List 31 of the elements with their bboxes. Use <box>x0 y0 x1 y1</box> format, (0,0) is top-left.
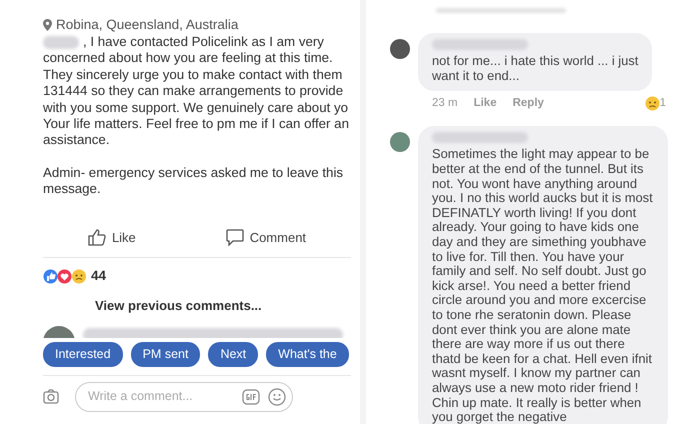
location-pin-icon <box>43 19 52 31</box>
reaction-count: 1 <box>660 96 666 112</box>
comment-input[interactable]: Write a comment... <box>86 386 242 408</box>
quick-reply-chip[interactable]: Interested <box>43 342 123 367</box>
reply-link[interactable]: Reply <box>512 95 544 112</box>
smiley-icon[interactable] <box>268 388 286 406</box>
speech-bubble-icon <box>226 228 244 246</box>
location-text: Robina, Queensland, Australia <box>56 16 238 34</box>
comment-text: Sometimes the light may appear to be better at the end of the tunnel. But its not. You wont have anything around you. I no this world aucks but it is most DEFINATLY worth living! If you dont already. Your going to have kids one day and they are simething youbhave to live for. Till then. You have your family and self. No self doubt. Just go kick arse!. You need a better friend circle around you and more excercise to tone rhe seratonin down. Please dont ever think you are alone mate there are way more if us out there thatd be keen for a chat. Hell even ifnit wasnt myself. I know my partner can always use a new moto rider friend ! Chin up mate. It really is better when you gorget the negative <box>432 147 654 424</box>
comment-text: not for me... i hate this world ... i just want it to end... <box>432 54 640 84</box>
quick-reply-chip[interactable]: What's the <box>266 342 349 367</box>
post-text: concerned about how you are feeling at this time. They sincerely urge you to make contact with them 131444 so they can make arrangements to provide with you some support. We genuinely care about yo Your life matters. Feel free to pm me if I can offer an assistance. <box>43 50 350 149</box>
like-button[interactable]: Like <box>88 228 136 248</box>
avatar-circle <box>390 132 410 152</box>
avatar-circle <box>390 39 410 59</box>
blurred-name <box>43 36 79 49</box>
view-previous-comments-link[interactable]: View previous comments... <box>95 296 360 316</box>
post-text: , I have contacted Policelink as I am very <box>83 34 324 50</box>
reaction-count: 44 <box>91 267 106 286</box>
quick-reply-chip[interactable]: Next <box>208 342 258 367</box>
comment-time: 23 m <box>432 96 458 112</box>
comment-box[interactable]: Write a comment... <box>75 382 293 412</box>
thumbs-up-icon <box>88 228 106 246</box>
quick-reply-chip[interactable]: PM sent <box>130 342 200 367</box>
comment-button[interactable]: Comment <box>226 228 306 248</box>
admin-note: Admin- emergency services asked me to leave this message. <box>43 164 344 198</box>
gif-icon[interactable] <box>242 388 260 405</box>
like-link[interactable]: Like <box>474 95 497 112</box>
reaction-icons <box>43 268 87 284</box>
sad-face-icon <box>644 96 660 112</box>
camera-icon[interactable] <box>43 389 59 404</box>
